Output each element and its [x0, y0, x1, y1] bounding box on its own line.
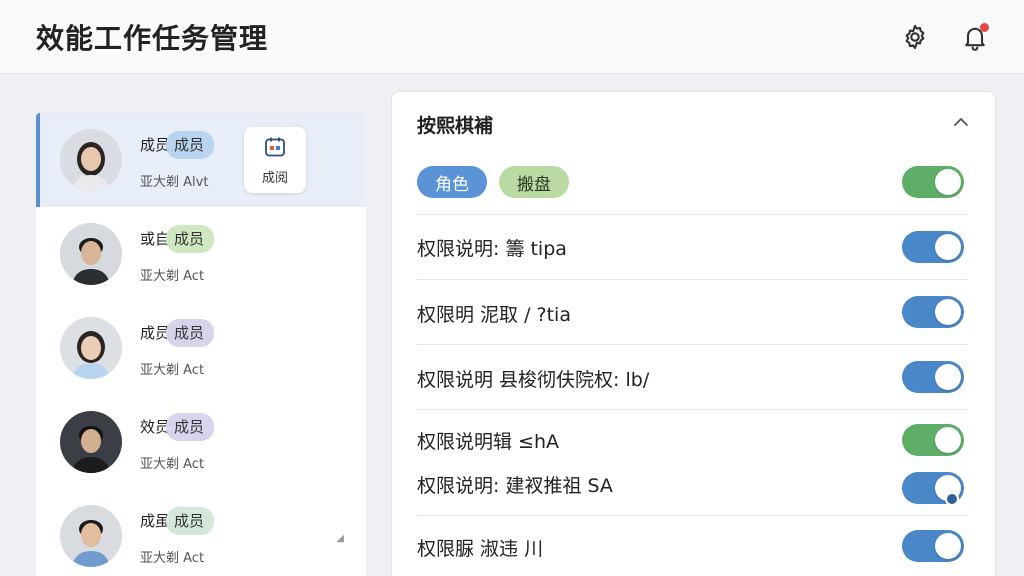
member-list: 成员 成员 亚大剃 Alvt 成阅 或自 成员 亚大剃 Act 成员 成员 亚大…	[36, 113, 366, 576]
permissions-panel: 按熙棋補 角色 搬盘 权限说明: 籌 tipa 权限明 泥取 / ?tia 权限…	[391, 91, 996, 576]
role-chip: 成员	[166, 224, 215, 253]
toggle-knob	[935, 533, 961, 559]
member-item[interactable]: 效员 成员 亚大剃 Act	[36, 395, 366, 489]
role-chip: 成员	[166, 412, 215, 441]
tag-role[interactable]: 角色	[417, 166, 487, 198]
permission-row: 权限说明辑 ≤hA	[417, 415, 967, 465]
permission-label: 权限说明 县梭彻伕院权: lb/	[417, 368, 650, 391]
permission-toggle[interactable]	[902, 231, 964, 263]
permission-row: 权限脲 淑违 川	[417, 522, 967, 572]
collapse-button[interactable]	[951, 112, 971, 136]
app-header: 效能工作任务管理	[0, 0, 1024, 74]
settings-button[interactable]	[900, 22, 930, 52]
divider	[417, 279, 967, 280]
permission-label: 权限说明: 籌 tipa	[417, 237, 567, 260]
avatar	[60, 317, 122, 379]
panel-header: 按熙棋補	[392, 92, 995, 156]
permission-label: 权限说明: 建衩推祖 SA	[417, 474, 613, 497]
divider	[417, 344, 967, 345]
permission-row: 权限说明: 建衩推祖 SA	[417, 459, 967, 509]
member-subtitle: 亚大剃 Alvt	[140, 174, 209, 190]
permission-row: 权限说明: 籌 tipa	[417, 222, 967, 272]
divider	[417, 214, 967, 215]
member-subtitle: 亚大剃 Act	[140, 268, 205, 284]
header-actions	[900, 22, 990, 52]
app-title: 效能工作任务管理	[36, 21, 269, 55]
permission-row: 权限明 泥取 / ?tia	[417, 288, 967, 338]
header-toggle[interactable]	[902, 166, 964, 198]
toggle-knob	[935, 169, 961, 195]
permission-toggle[interactable]	[902, 296, 964, 328]
tag-secondary[interactable]: 搬盘	[499, 166, 569, 198]
permission-toggle[interactable]	[902, 472, 964, 506]
toggle-knob	[935, 427, 961, 453]
member-subtitle: 亚大剃 Act	[140, 362, 205, 378]
toggle-knob	[935, 234, 961, 260]
role-tags: 角色 搬盘	[417, 166, 569, 198]
avatar	[60, 505, 122, 567]
member-item[interactable]: 或自 成员 亚大剃 Act	[36, 207, 366, 301]
member-item[interactable]: 成虽 成员 亚大剃 Act ◢	[36, 489, 366, 576]
info-badge	[945, 492, 959, 506]
chevron-up-icon	[954, 118, 968, 126]
member-subtitle: 亚大剃 Act	[140, 550, 205, 566]
role-chip: 成员	[166, 318, 215, 347]
permission-label: 权限明 泥取 / ?tia	[417, 303, 571, 326]
panel-title: 按熙棋補	[417, 114, 494, 137]
member-item[interactable]: 成员 成员 亚大剃 Alvt 成阅	[36, 113, 366, 207]
scroll-indicator[interactable]: ◢	[336, 533, 344, 544]
avatar	[60, 223, 122, 285]
toggle-knob	[935, 299, 961, 325]
permission-toggle[interactable]	[902, 424, 964, 456]
divider	[417, 409, 967, 410]
permission-row: 权限说明 县梭彻伕院权: lb/	[417, 353, 967, 403]
schedule-label: 成阅	[261, 170, 288, 186]
schedule-button[interactable]: 成阅	[244, 127, 306, 193]
divider	[417, 515, 967, 516]
role-chip: 成员	[166, 506, 215, 535]
permission-toggle[interactable]	[902, 361, 964, 393]
notifications-button[interactable]	[960, 22, 990, 52]
avatar	[60, 129, 122, 191]
permission-label: 权限脲 淑违 川	[417, 537, 544, 560]
permission-toggle[interactable]	[902, 530, 964, 562]
avatar	[60, 411, 122, 473]
gear-icon	[905, 24, 925, 49]
member-subtitle: 亚大剃 Act	[140, 456, 205, 472]
notification-dot	[980, 22, 989, 32]
role-chip: 成员	[166, 130, 215, 159]
permission-label: 权限说明辑 ≤hA	[417, 430, 559, 453]
toggle-knob	[935, 364, 961, 390]
calendar-icon	[265, 137, 285, 156]
member-item[interactable]: 成员 成员 亚大剃 Act	[36, 301, 366, 395]
